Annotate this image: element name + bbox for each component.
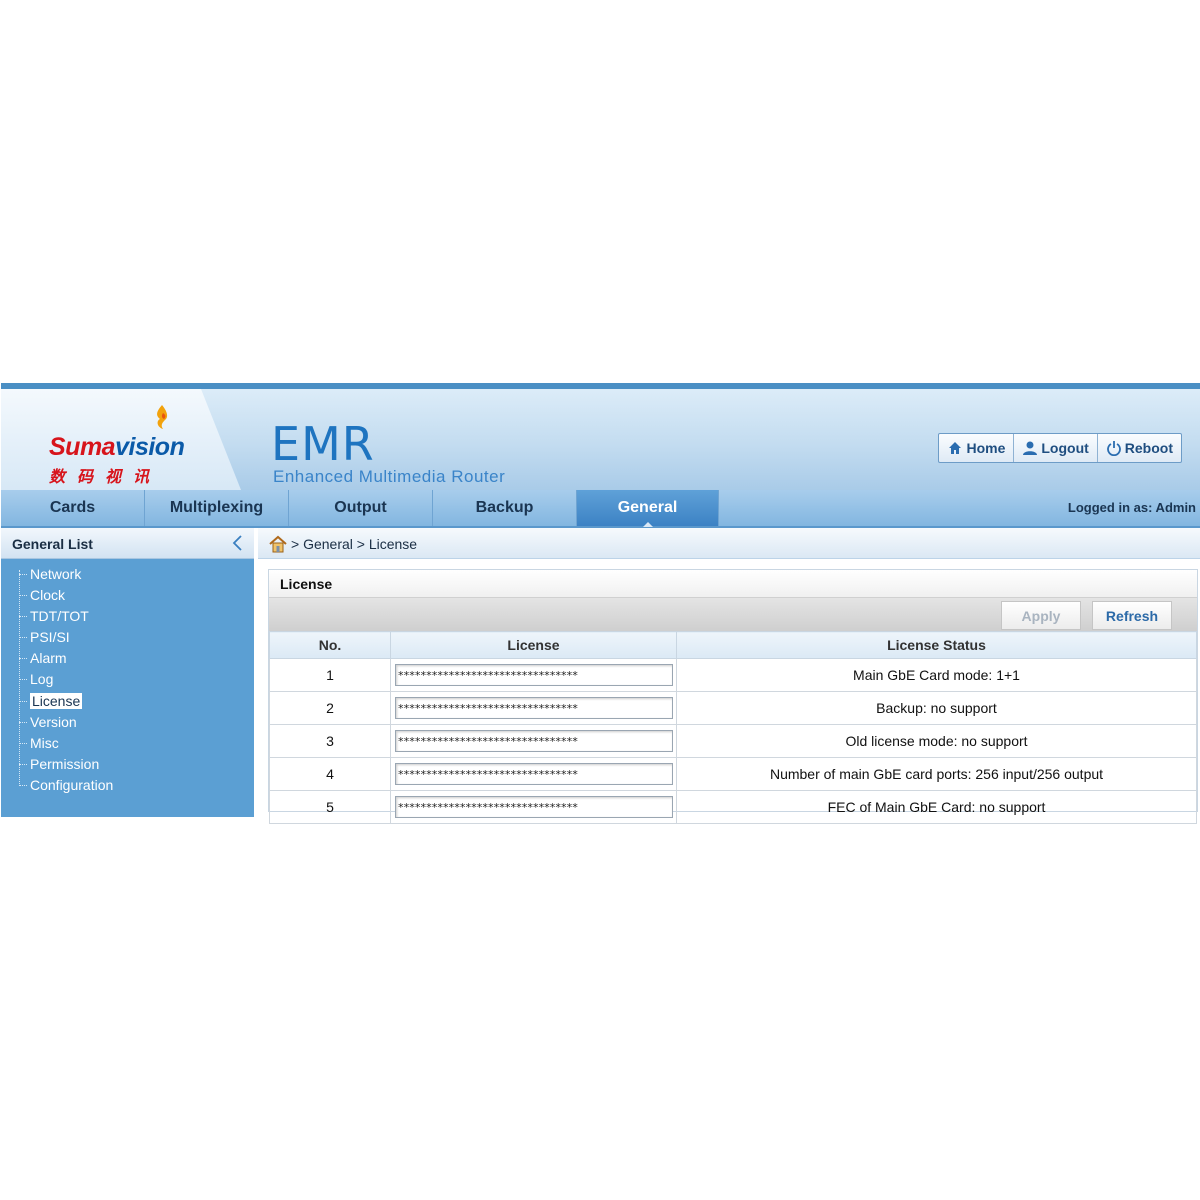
license-table: No. License License Status 1 Main GbE Ca… [269,631,1197,824]
brand-logo: Sumavision [49,433,185,462]
license-status: Backup: no support [676,691,1197,725]
table-row: 2 Backup: no support [269,691,1197,725]
sidebar-item-label: Alarm [30,650,67,667]
home-button[interactable]: Home [939,434,1015,462]
sidebar-item-label: PSI/SI [30,629,70,646]
row-number: 4 [269,757,391,791]
sidebar-item-label: Log [30,671,54,688]
column-header-license-status: License Status [676,631,1197,659]
tab-general[interactable]: General [577,490,719,527]
panel-title: License [280,576,333,592]
flame-logo-icon [157,405,168,429]
license-status: Main GbE Card mode: 1+1 [676,658,1197,692]
sidebar-item-psi-si[interactable]: PSI/SI [1,627,254,648]
table-row: 1 Main GbE Card mode: 1+1 [269,658,1197,692]
license-input[interactable] [394,697,673,719]
license-input[interactable] [394,730,673,752]
apply-button[interactable]: Apply [1001,601,1081,630]
license-status: Old license mode: no support [676,724,1197,758]
logo-chinese: 数码视讯 [49,469,162,486]
tab-cards[interactable]: Cards [1,490,145,526]
sidebar: General List Network Clock TDT/TOT PSI/S… [1,528,254,817]
logged-in-status: Logged in as: Admin [1067,500,1196,515]
breadcrumb: > General > License [258,528,1200,559]
sidebar-header: General List [1,528,254,559]
logo-text-blue: vision [115,433,185,461]
sidebar-item-license[interactable]: License [1,691,254,712]
sidebar-item-alarm[interactable]: Alarm [1,648,254,669]
table-row: 4 Number of main GbE card ports: 256 inp… [269,757,1197,791]
sidebar-item-label: License [30,692,83,709]
sidebar-list: Network Clock TDT/TOT PSI/SI Alarm Log L… [1,564,254,796]
active-tab-caret [642,522,653,527]
sidebar-item-label: Version [30,713,77,730]
panel-toolbar: Apply Refresh [269,598,1197,631]
sidebar-item-label: TDT/TOT [30,608,89,625]
collapse-chevron-left-icon[interactable] [230,534,246,552]
sidebar-item-permission[interactable]: Permission [1,754,254,775]
panel-title-bar: License [269,570,1197,598]
row-number: 3 [269,724,391,758]
sidebar-item-misc[interactable]: Misc [1,733,254,754]
license-status: Number of main GbE card ports: 256 input… [676,757,1197,791]
tab-general-label: General [617,499,678,516]
main-nav: Cards Multiplexing Output Backup General… [1,490,1200,528]
license-cell [390,658,677,692]
emr-app: Sumavision 数码视讯 EMR Enhanced Multimedia … [1,383,1200,824]
column-header-no: No. [269,631,391,659]
license-status: FEC of Main GbE Card: no support [676,790,1197,824]
sidebar-item-label: Clock [30,587,66,604]
reboot-button-label: Reboot [1124,440,1173,456]
logout-button[interactable]: Logout [1014,434,1098,462]
logout-button-label: Logout [1041,440,1089,456]
reboot-button[interactable]: Reboot [1098,434,1181,462]
sidebar-item-label: Configuration [30,776,114,793]
license-cell [390,790,677,824]
product-title: EMR [271,417,375,471]
table-row: 5 FEC of Main GbE Card: no support [269,790,1197,824]
sidebar-item-label: Misc [30,734,59,751]
sidebar-item-log[interactable]: Log [1,669,254,690]
row-number: 2 [269,691,391,725]
license-cell [390,691,677,725]
license-panel: License Apply Refresh No. License Licens… [268,569,1198,824]
product-subtitle: Enhanced Multimedia Router [273,467,506,486]
sidebar-item-configuration[interactable]: Configuration [1,775,254,796]
license-input[interactable] [394,664,673,686]
license-input[interactable] [394,796,673,818]
sidebar-item-version[interactable]: Version [1,712,254,733]
header-button-group: Home Logout Reboot [938,433,1182,463]
refresh-button[interactable]: Refresh [1092,601,1172,630]
table-row: 3 Old license mode: no support [269,724,1197,758]
sidebar-title: General List [12,536,93,552]
sidebar-item-label: Network [30,566,82,582]
row-number: 5 [269,790,391,824]
home-icon [949,442,962,454]
sidebar-item-tdt-tot[interactable]: TDT/TOT [1,606,254,627]
power-icon [1106,441,1121,456]
tab-multiplexing[interactable]: Multiplexing [145,490,289,526]
license-input[interactable] [394,763,673,785]
breadcrumb-path: > General > License [291,536,418,552]
license-cell [390,757,677,791]
table-header-row: No. License License Status [269,631,1197,659]
user-icon [1023,441,1038,455]
sidebar-item-label: Permission [30,755,100,772]
row-number: 1 [269,658,391,692]
license-cell [390,724,677,758]
tab-output[interactable]: Output [289,490,433,526]
column-header-license: License [390,631,677,659]
home-icon[interactable] [268,535,288,553]
sidebar-item-network[interactable]: Network [1,564,254,585]
tab-backup[interactable]: Backup [433,490,577,526]
home-button-label: Home [966,440,1006,456]
header: Sumavision 数码视讯 EMR Enhanced Multimedia … [1,389,1200,491]
logo-text-red: Suma [49,433,116,461]
sidebar-item-clock[interactable]: Clock [1,585,254,606]
